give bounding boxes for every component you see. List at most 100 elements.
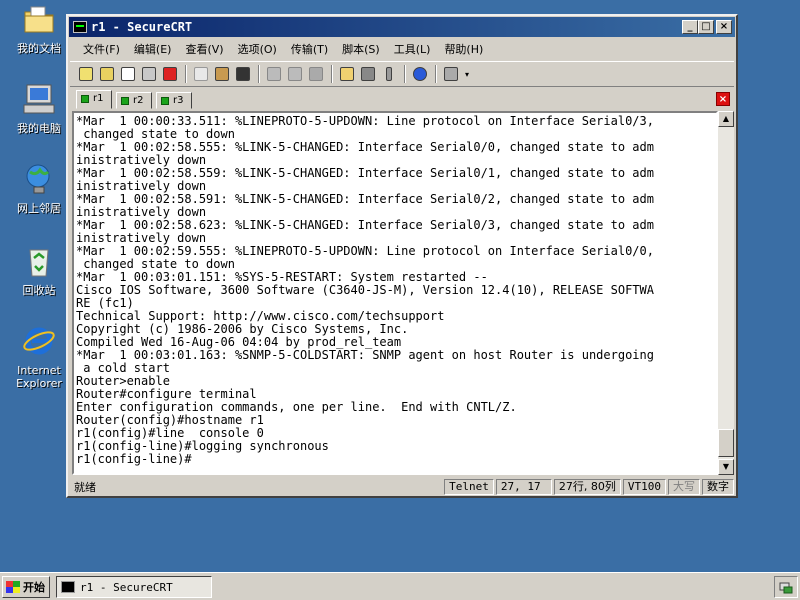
desktop-icon-label: 我的文档: [17, 42, 61, 55]
keypad-button[interactable]: [441, 64, 461, 84]
connect-button[interactable]: [76, 64, 96, 84]
quick-connect-button[interactable]: [97, 64, 117, 84]
toolbar-separator: [258, 65, 260, 83]
securecrt-app-icon: [73, 21, 87, 33]
reconnect-button[interactable]: [139, 64, 159, 84]
desktop-icon-label: 回收站: [22, 284, 56, 297]
desktop-icon-my-documents[interactable]: 我的文档: [8, 2, 70, 55]
desktop-icon-label: Internet Explorer: [16, 364, 62, 390]
title-bar[interactable]: r1 - SecureCRT _ □ ×: [69, 17, 735, 37]
tab-r2[interactable]: r2: [116, 92, 153, 109]
menu-tools[interactable]: 工具(L): [387, 41, 438, 57]
status-emulation: VT100: [622, 479, 666, 495]
global-options-button[interactable]: [358, 64, 378, 84]
status-caps-lock: 大写: [668, 479, 700, 495]
printer-icon: [309, 67, 323, 81]
print-selection-button[interactable]: [285, 64, 305, 84]
connected-status-icon: [121, 97, 129, 105]
scroll-down-button[interactable]: ▼: [718, 459, 734, 475]
chevron-down-icon: ▾: [464, 69, 469, 79]
paste-button[interactable]: [212, 64, 232, 84]
tab-label: r1: [93, 93, 104, 104]
menu-bar: 文件(F) 编辑(E) 查看(V) 选项(O) 传输(T) 脚本(S) 工具(L…: [70, 39, 734, 59]
copy-button[interactable]: [191, 64, 211, 84]
disconnect-button[interactable]: [160, 64, 180, 84]
status-terminal-size: 27行, 80列: [553, 479, 621, 495]
maximize-button[interactable]: □: [698, 20, 714, 34]
menu-file[interactable]: 文件(F): [76, 41, 127, 57]
status-bar: 就绪 Telnet 27, 17 27行, 80列 VT100 大写 数字: [70, 478, 734, 496]
help-button[interactable]: [410, 64, 430, 84]
taskbar: 开始 r1 - SecureCRT: [0, 572, 800, 600]
keymap-button[interactable]: [379, 64, 399, 84]
network-icon: [26, 164, 50, 194]
desktop-icon-internet-explorer[interactable]: Internet Explorer: [8, 324, 70, 390]
desktop-icon-label: 网上邻居: [17, 202, 61, 215]
print-icon: [267, 67, 281, 81]
toolbar-separator: [185, 65, 187, 83]
scroll-thumb[interactable]: [718, 429, 734, 457]
internet-explorer-icon: [23, 327, 55, 355]
start-button[interactable]: 开始: [2, 576, 50, 598]
toolbar: ▾: [70, 61, 734, 87]
computer-icon: [23, 84, 55, 114]
desktop-icon-recycle-bin[interactable]: 回收站: [8, 244, 70, 297]
copy-icon: [194, 67, 208, 81]
terminal-scrollbar[interactable]: ▲ ▼: [718, 111, 734, 475]
quick-connect-icon: [100, 67, 114, 81]
connected-status-icon: [81, 95, 89, 103]
folder-documents-icon: [24, 6, 54, 33]
tab-r1[interactable]: r1: [76, 90, 113, 109]
desktop-icon-network[interactable]: 网上邻居: [8, 162, 70, 215]
toolbar-separator: [435, 65, 437, 83]
session-tabs: r1 r2 r3 ×: [70, 89, 734, 109]
minimize-button[interactable]: _: [682, 20, 698, 34]
keypad-icon: [444, 67, 458, 81]
connect-tab-button[interactable]: [118, 64, 138, 84]
help-icon: [413, 67, 427, 81]
scroll-up-button[interactable]: ▲: [718, 111, 734, 127]
status-cursor-position: 27, 17: [495, 479, 552, 495]
tab-label: r3: [173, 95, 184, 106]
toolbar-separator: [404, 65, 406, 83]
status-ready: 就绪: [74, 481, 96, 494]
close-tab-button[interactable]: ×: [716, 92, 730, 106]
securecrt-window: r1 - SecureCRT _ □ × 文件(F) 编辑(E) 查看(V) 选…: [66, 14, 738, 498]
start-label: 开始: [23, 581, 45, 594]
toolbar-overflow-button[interactable]: ▾: [462, 64, 472, 84]
menu-view[interactable]: 查看(V): [178, 41, 230, 57]
menu-help[interactable]: 帮助(H): [437, 41, 490, 57]
desktop-icon-label: 我的电脑: [17, 122, 61, 135]
windows-logo-icon: [6, 581, 20, 593]
print-selection-icon: [288, 67, 302, 81]
menu-transfer[interactable]: 传输(T): [284, 41, 335, 57]
network-tray-icon[interactable]: [778, 579, 794, 595]
menu-options[interactable]: 选项(O): [231, 41, 284, 57]
status-protocol: Telnet: [444, 479, 494, 495]
taskbar-item-securecrt[interactable]: r1 - SecureCRT: [56, 576, 212, 598]
paste-icon: [215, 67, 229, 81]
close-button[interactable]: ×: [716, 20, 732, 34]
tab-r3[interactable]: r3: [156, 92, 193, 109]
session-options-button[interactable]: [337, 64, 357, 84]
disconnect-icon: [163, 67, 177, 81]
menu-edit[interactable]: 编辑(E): [127, 41, 179, 57]
find-button[interactable]: [233, 64, 253, 84]
terminal-output[interactable]: *Mar 1 00:00:33.511: %LINEPROTO-5-UPDOWN…: [72, 111, 718, 475]
desktop-icon-my-computer[interactable]: 我的电脑: [8, 82, 70, 135]
securecrt-app-icon: [61, 581, 75, 593]
binoculars-icon: [236, 67, 250, 81]
system-tray: [774, 576, 798, 598]
terminal-text: *Mar 1 00:00:33.511: %LINEPROTO-5-UPDOWN…: [76, 114, 654, 466]
toolbar-separator: [331, 65, 333, 83]
session-options-icon: [340, 67, 354, 81]
taskbar-item-label: r1 - SecureCRT: [80, 580, 173, 594]
printer-button[interactable]: [306, 64, 326, 84]
reconnect-icon: [142, 67, 156, 81]
print-button[interactable]: [264, 64, 284, 84]
gear-icon: [361, 67, 375, 81]
connect-icon: [79, 67, 93, 81]
tab-label: r2: [133, 95, 144, 106]
menu-script[interactable]: 脚本(S): [335, 41, 387, 57]
window-title: r1 - SecureCRT: [91, 20, 193, 34]
